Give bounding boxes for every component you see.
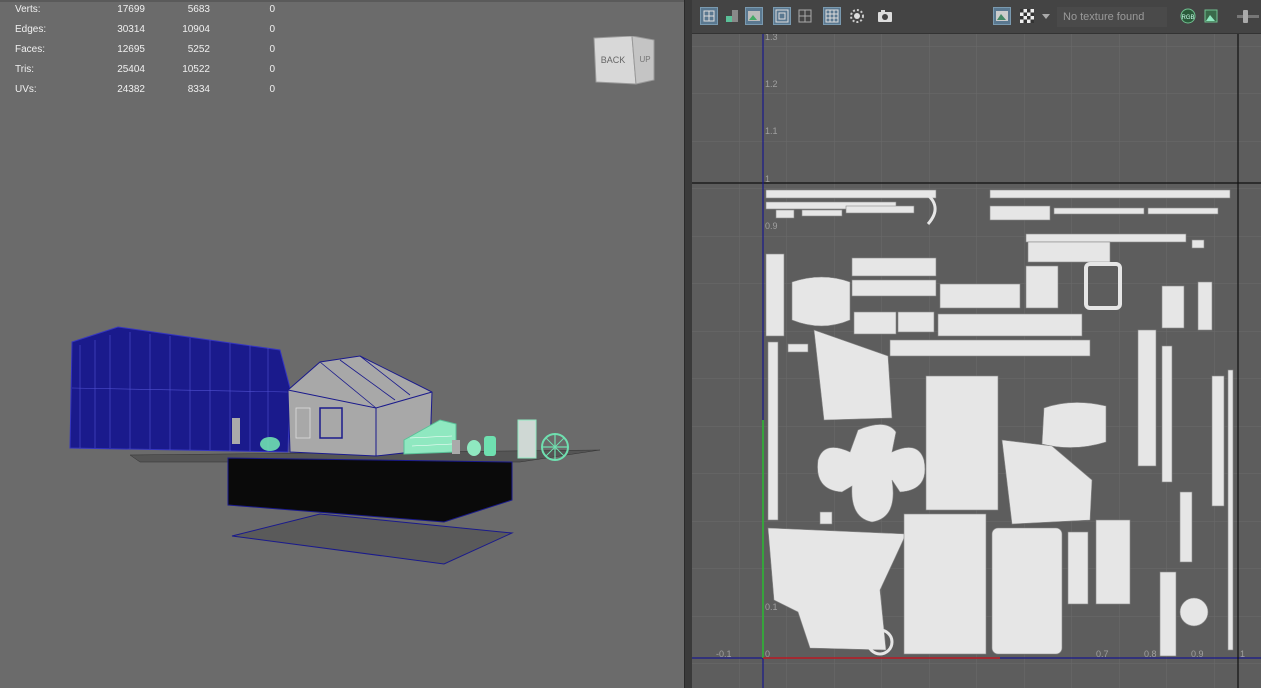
uv-tile-icon[interactable] (723, 7, 741, 25)
v-axis-label: 1.2 (765, 79, 778, 89)
uv-snapshot-camera-icon[interactable] (876, 7, 894, 25)
exposure-slider[interactable] (1237, 10, 1259, 23)
uv-shell-icon[interactable] (700, 7, 718, 25)
u-axis-label: -0.1 (716, 649, 732, 659)
uv-toolbar: No texture found RGB (692, 0, 1261, 34)
u-axis-label: 0.7 (1096, 649, 1109, 659)
v-axis-label: 0.9 (765, 221, 778, 231)
v-axis-label: 1 (765, 174, 770, 184)
exposure-slider-handle[interactable] (1243, 10, 1248, 23)
uv-image-icon[interactable] (745, 7, 763, 25)
uv-grid[interactable]: 1.3 1.2 1.1 1 0.9 0.1 -0.1 0 0.7 0.8 0.9… (692, 0, 1261, 688)
uv-grid-icon[interactable] (823, 7, 841, 25)
scene-geometry[interactable] (0, 0, 684, 688)
uv-editor-panel[interactable]: 1.3 1.2 1.1 1 0.9 0.1 -0.1 0 0.7 0.8 0.9… (692, 0, 1261, 688)
chevron-down-icon[interactable] (1040, 7, 1052, 25)
foundation-block[interactable] (227, 457, 513, 523)
texture-name-field[interactable]: No texture found (1057, 7, 1167, 27)
uv-display-image-icon[interactable] (993, 7, 1011, 25)
shadow-plane[interactable] (231, 513, 514, 565)
uv-grid-small-icon[interactable] (796, 7, 814, 25)
u-axis-label: 0 (765, 649, 770, 659)
perspective-viewport[interactable]: Verts: 17699 5683 0 Edges: 30314 10904 0… (0, 0, 684, 688)
rgb-channel-label: RGB (1181, 15, 1194, 21)
u-axis-label: 1 (1240, 649, 1245, 659)
uv-checker-icon[interactable] (1018, 7, 1036, 25)
u-axis-label: 0.8 (1144, 649, 1157, 659)
uv-pivot-icon[interactable] (848, 7, 866, 25)
v-axis-label: 0.1 (765, 602, 778, 612)
u-axis-label: 0.9 (1191, 649, 1204, 659)
uv-texture-border-icon[interactable] (773, 7, 791, 25)
v-axis-label: 1.1 (765, 126, 778, 136)
rgb-channel-icon[interactable]: RGB (1179, 7, 1197, 25)
barn-wireframe[interactable] (69, 326, 291, 453)
uv-alpha-image-icon[interactable] (1202, 7, 1220, 25)
